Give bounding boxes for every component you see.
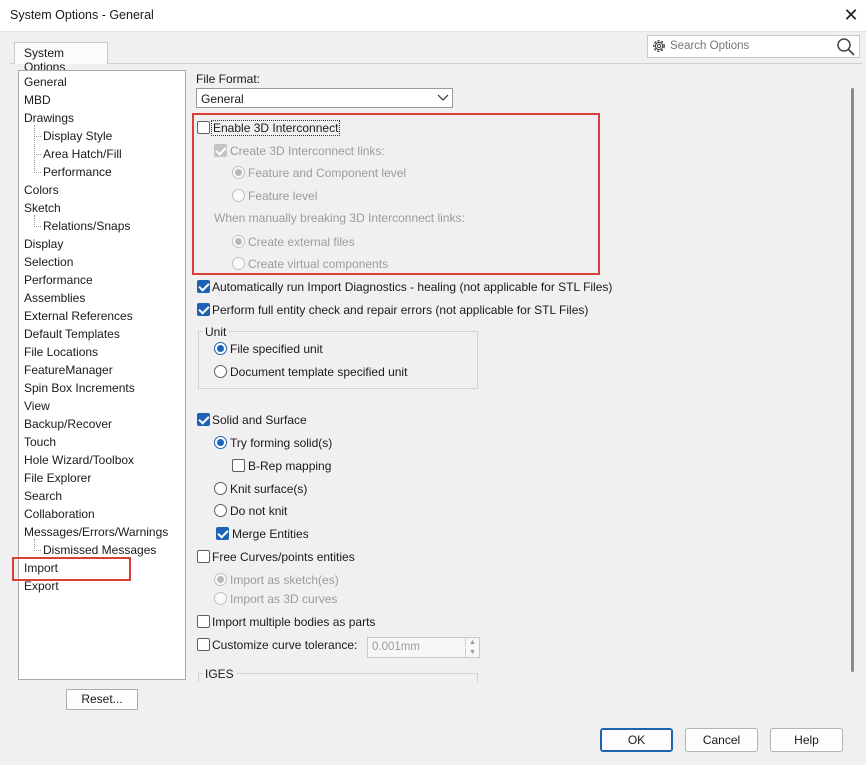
import-as-3d-curves-radio[interactable] bbox=[214, 592, 227, 605]
do-not-knit-label: Do not knit bbox=[230, 504, 288, 518]
window-title: System Options - General bbox=[10, 8, 154, 22]
tree-item[interactable]: Spin Box Increments bbox=[24, 380, 135, 396]
tree-item[interactable]: Touch bbox=[24, 434, 56, 450]
tree-item[interactable]: Colors bbox=[24, 182, 59, 198]
help-button[interactable]: Help bbox=[770, 728, 843, 752]
tree-item[interactable]: Performance bbox=[43, 164, 112, 180]
tree-item[interactable]: FeatureManager bbox=[24, 362, 113, 378]
do-not-knit-radio[interactable] bbox=[214, 504, 227, 517]
tree-item[interactable]: Assemblies bbox=[24, 290, 85, 306]
tree-item[interactable]: MBD bbox=[24, 92, 51, 108]
auto-import-diagnostics-label: Automatically run Import Diagnostics - h… bbox=[212, 280, 613, 294]
iges-group bbox=[198, 673, 478, 682]
tab-system-options[interactable]: System Options bbox=[14, 42, 108, 74]
tree-item[interactable]: General bbox=[24, 74, 67, 90]
tree-item[interactable]: Backup/Recover bbox=[24, 416, 112, 432]
ok-button[interactable]: OK bbox=[600, 728, 673, 752]
tree-item[interactable]: Search bbox=[24, 488, 62, 504]
import-as-sketch-label: Import as sketch(es) bbox=[230, 573, 339, 587]
vertical-scrollbar[interactable] bbox=[847, 70, 860, 682]
file-format-value: General bbox=[201, 92, 244, 106]
import-multiple-bodies-label: Import multiple bodies as parts bbox=[212, 615, 376, 629]
import-as-3d-curves-label: Import as 3D curves bbox=[230, 592, 338, 606]
tree-item[interactable]: Hole Wizard/Toolbox bbox=[24, 452, 134, 468]
curve-tolerance-value: 0.001mm bbox=[372, 641, 420, 653]
tree-item[interactable]: Drawings bbox=[24, 110, 74, 126]
spin-up-icon[interactable]: ▲ bbox=[465, 638, 479, 647]
document-template-unit-label: Document template specified unit bbox=[230, 365, 408, 379]
tree-item[interactable]: Collaboration bbox=[24, 506, 95, 522]
tree-item[interactable]: Sketch bbox=[24, 200, 61, 216]
tree-item[interactable]: Dismissed Messages bbox=[43, 542, 156, 558]
tree-guide-tick bbox=[34, 172, 41, 173]
tree-guide-tick bbox=[34, 136, 41, 137]
iges-group-title: IGES bbox=[203, 667, 236, 681]
tree-item[interactable]: Selection bbox=[24, 254, 73, 270]
full-entity-check-checkbox[interactable] bbox=[197, 303, 210, 316]
tree-guide-tick bbox=[34, 550, 41, 551]
solid-and-surface-checkbox[interactable] bbox=[197, 413, 210, 426]
tree-item[interactable]: File Locations bbox=[24, 344, 98, 360]
button-bar: OK Cancel Help bbox=[0, 714, 866, 765]
search-input[interactable] bbox=[670, 40, 830, 52]
tree-guide-tick bbox=[34, 154, 41, 155]
search-box[interactable] bbox=[647, 35, 860, 58]
tree-item[interactable]: Display Style bbox=[43, 128, 112, 144]
full-entity-check-label: Perform full entity check and repair err… bbox=[212, 303, 589, 317]
tree-item[interactable]: External References bbox=[24, 308, 133, 324]
tree-item[interactable]: Relations/Snaps bbox=[43, 218, 130, 234]
document-template-unit-radio[interactable] bbox=[214, 365, 227, 378]
reset-button[interactable]: Reset... bbox=[66, 689, 138, 710]
tree-item[interactable]: View bbox=[24, 398, 50, 414]
tree-item[interactable]: Messages/Errors/Warnings bbox=[24, 524, 168, 540]
title-bar: System Options - General ✕ bbox=[0, 0, 866, 32]
try-forming-solids-radio[interactable] bbox=[214, 436, 227, 449]
tree-item[interactable]: File Explorer bbox=[24, 470, 91, 486]
file-specified-unit-radio[interactable] bbox=[214, 342, 227, 355]
merge-entities-checkbox[interactable] bbox=[216, 527, 229, 540]
import-multiple-bodies-checkbox[interactable] bbox=[197, 615, 210, 628]
import-as-sketch-radio[interactable] bbox=[214, 573, 227, 586]
unit-group-title: Unit bbox=[203, 325, 229, 339]
tree-item[interactable]: Display bbox=[24, 236, 63, 252]
merge-entities-label: Merge Entities bbox=[232, 527, 309, 541]
knit-surfaces-radio[interactable] bbox=[214, 482, 227, 495]
tree-item[interactable]: Default Templates bbox=[24, 326, 120, 342]
customize-curve-tolerance-label: Customize curve tolerance: bbox=[212, 638, 358, 652]
tab-divider bbox=[10, 63, 862, 64]
curve-tolerance-spinbox[interactable]: 0.001mm ▲ ▼ bbox=[367, 637, 480, 658]
brep-mapping-label: B-Rep mapping bbox=[248, 459, 332, 473]
try-forming-solids-label: Try forming solid(s) bbox=[230, 436, 333, 450]
spin-down-icon[interactable]: ▼ bbox=[465, 648, 479, 657]
gear-icon[interactable] bbox=[651, 38, 667, 54]
file-format-label: File Format: bbox=[196, 72, 261, 86]
chevron-down-icon bbox=[437, 94, 449, 101]
import-highlight-box bbox=[12, 557, 131, 581]
file-specified-unit-label: File specified unit bbox=[230, 342, 323, 356]
close-icon[interactable]: ✕ bbox=[838, 4, 864, 28]
tree-guide-line bbox=[34, 125, 35, 173]
unit-group bbox=[198, 331, 478, 389]
interconnect-highlight-box bbox=[192, 113, 600, 275]
solid-and-surface-label: Solid and Surface bbox=[212, 413, 307, 427]
options-tree[interactable]: General MBD Drawings Display Style Area Hatc… bbox=[18, 70, 186, 680]
customize-curve-tolerance-checkbox[interactable] bbox=[197, 638, 210, 651]
free-curves-label: Free Curves/points entities bbox=[212, 550, 355, 564]
tree-item[interactable]: Area Hatch/Fill bbox=[43, 146, 122, 162]
free-curves-checkbox[interactable] bbox=[197, 550, 210, 563]
scrollbar-thumb[interactable] bbox=[851, 88, 854, 672]
magnifier-icon[interactable] bbox=[836, 37, 856, 57]
tree-item[interactable]: Performance bbox=[24, 272, 93, 288]
cancel-button[interactable]: Cancel bbox=[685, 728, 758, 752]
tree-guide-tick bbox=[34, 226, 41, 227]
file-format-select[interactable]: General bbox=[196, 88, 453, 108]
brep-mapping-checkbox[interactable] bbox=[232, 459, 245, 472]
knit-surfaces-label: Knit surface(s) bbox=[230, 482, 308, 496]
auto-import-diagnostics-checkbox[interactable] bbox=[197, 280, 210, 293]
